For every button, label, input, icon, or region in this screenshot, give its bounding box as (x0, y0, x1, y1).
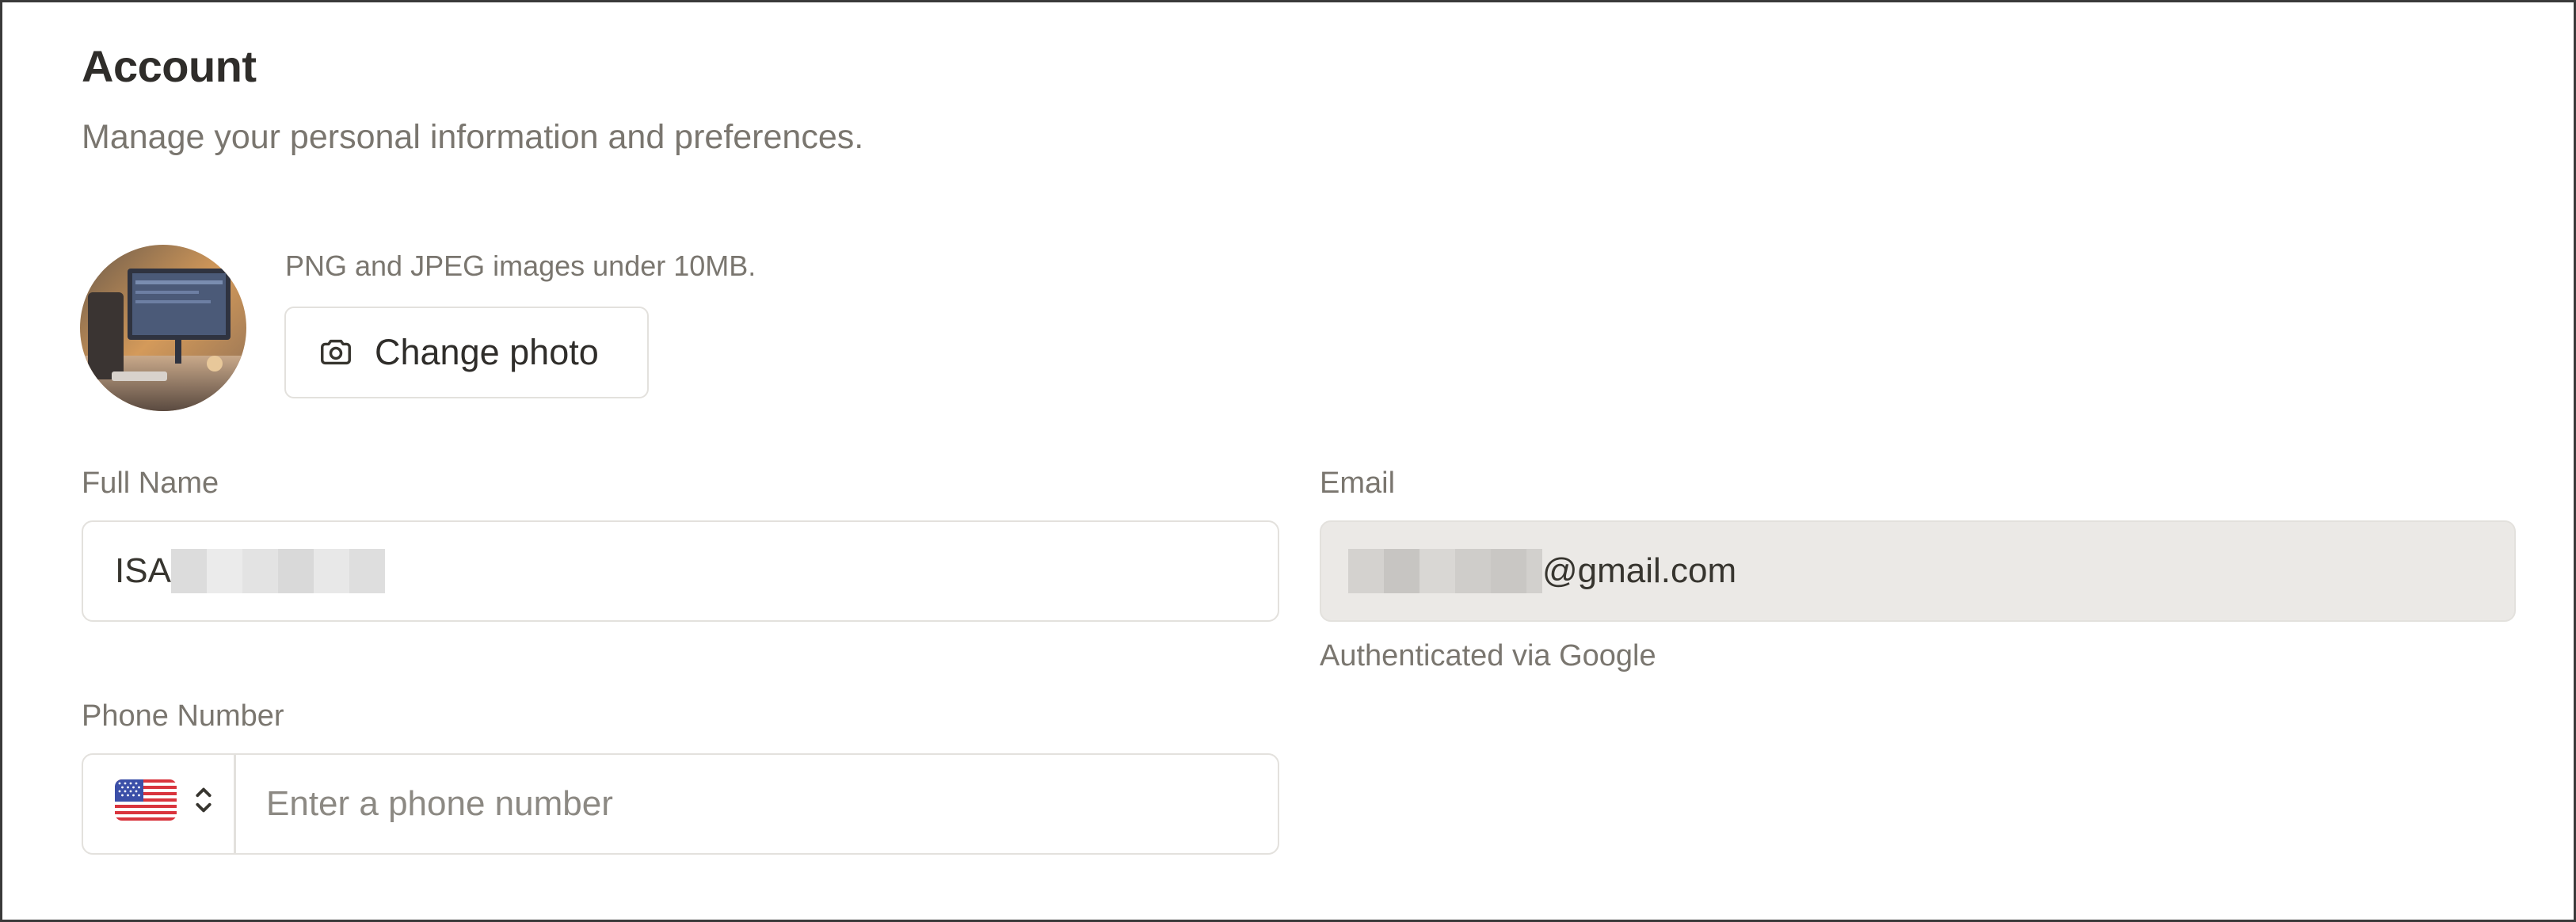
chevron-up-down-icon (192, 782, 215, 827)
redacted-text (1348, 549, 1542, 593)
page-subtitle: Manage your personal information and pre… (82, 118, 864, 156)
page-title: Account (82, 41, 257, 91)
phone-number-input[interactable] (236, 755, 1278, 853)
change-photo-label: Change photo (375, 332, 599, 372)
change-photo-button[interactable]: Change photo (284, 307, 649, 398)
account-panel: Account Manage your personal information… (0, 0, 2576, 922)
email-field: @gmail.com (1320, 520, 2516, 622)
us-flag-icon (115, 779, 177, 829)
email-value: @gmail.com (1542, 551, 1737, 590)
full-name-label: Full Name (82, 467, 219, 500)
photo-requirements-hint: PNG and JPEG images under 10MB. (285, 250, 756, 282)
avatar-image (80, 245, 246, 411)
email-label: Email (1320, 467, 1396, 500)
phone-number-field (82, 753, 1279, 855)
phone-number-label: Phone Number (82, 699, 284, 733)
country-code-selector[interactable] (83, 755, 236, 853)
full-name-field[interactable]: ISA (82, 520, 1279, 622)
redacted-text (170, 549, 385, 593)
camera-icon (318, 334, 354, 371)
avatar[interactable] (80, 245, 246, 411)
full-name-value: ISA (115, 551, 171, 590)
email-auth-note: Authenticated via Google (1320, 639, 1656, 672)
